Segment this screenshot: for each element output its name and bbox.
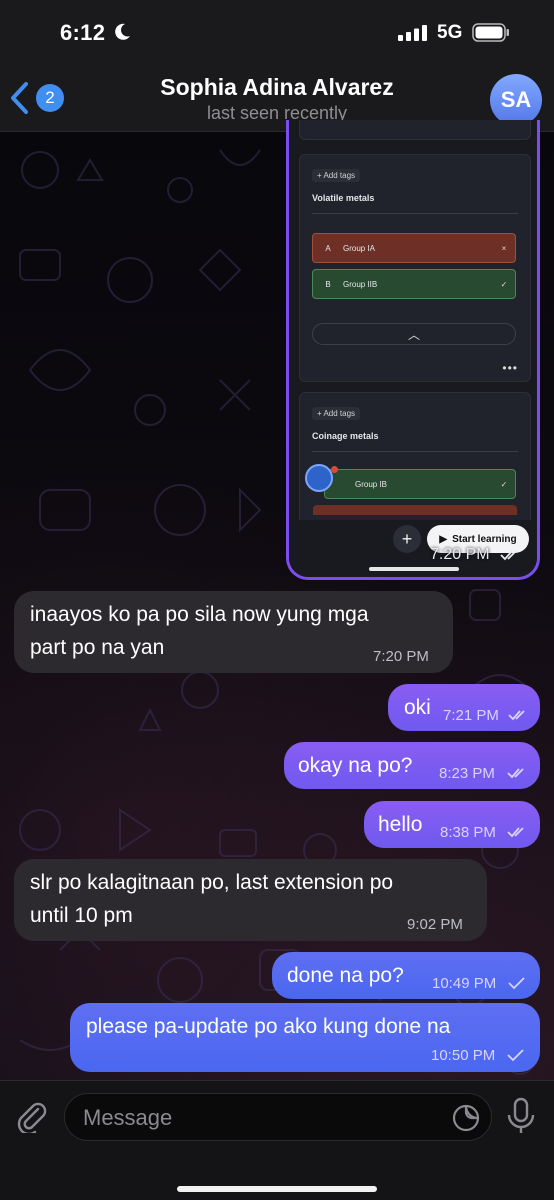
option-label: Group IIB [343, 279, 378, 289]
message-time: 10:49 PM [432, 975, 497, 992]
answer-option-partial [313, 505, 517, 515]
status-bar: 6:12 5G [0, 0, 554, 64]
divider [312, 451, 518, 452]
option-letter: B [325, 279, 331, 289]
start-learning-label: Start learning [452, 533, 517, 545]
outgoing-message[interactable]: hello 8:38 PM [364, 801, 540, 848]
answer-option: A Group IA × [312, 233, 516, 263]
double-check-icon [507, 827, 524, 838]
message-time: 7:21 PM [443, 707, 499, 724]
avatar[interactable]: SA [490, 74, 542, 126]
more-icon: ••• [502, 361, 518, 375]
incoming-message[interactable]: slr po kalagitnaan po, last extension po… [14, 859, 487, 941]
quiz-card: + Add tags Volatile metals A Group IA × … [299, 154, 531, 382]
mascot-avatar-icon [305, 464, 333, 492]
message-placeholder: Message [83, 1105, 173, 1130]
message-text: hello [378, 813, 423, 836]
check-icon [508, 977, 525, 990]
status-time: 6:12 [60, 20, 106, 45]
message-text: part po na yan [30, 636, 165, 659]
message-composer: Message [0, 1080, 554, 1200]
contact-name[interactable]: Sophia Adina Alvarez [0, 74, 554, 101]
divider [312, 213, 518, 214]
double-check-icon [500, 550, 517, 561]
double-check-icon [508, 710, 525, 721]
check-icon: ✓ [500, 479, 508, 489]
plus-icon: + [393, 525, 421, 553]
microphone-icon[interactable] [506, 1097, 536, 1135]
message-text: inaayos ko pa po sila now yung mga [30, 603, 369, 626]
add-tags-button: + Add tags [312, 407, 361, 420]
check-icon: ✓ [500, 279, 508, 289]
option-label: Group IB [355, 479, 388, 489]
outgoing-message[interactable]: please pa-update po ako kung done na 10:… [70, 1003, 540, 1072]
home-indicator [177, 1186, 377, 1192]
close-icon: × [501, 243, 507, 253]
screenshot-image-message[interactable]: + Add tags Volatile metals A Group IA × … [286, 120, 540, 580]
notification-dot [331, 466, 338, 473]
outgoing-message[interactable]: done na po? 10:49 PM [272, 952, 540, 999]
double-check-icon [507, 768, 524, 779]
moon-icon [115, 23, 130, 40]
option-label: Group IA [343, 243, 376, 253]
incoming-message[interactable]: inaayos ko pa po sila now yung mga part … [14, 591, 453, 673]
sticker-icon[interactable] [451, 1103, 481, 1133]
message-time: 8:38 PM [440, 824, 496, 841]
message-input[interactable]: Message [64, 1093, 492, 1141]
home-indicator [369, 567, 459, 571]
check-icon [507, 1049, 524, 1062]
message-text: until 10 pm [30, 904, 133, 927]
outgoing-message[interactable]: okay na po? 8:23 PM [284, 742, 540, 789]
card-title: Coinage metals [312, 431, 379, 441]
previous-card [299, 120, 531, 140]
chevron-up-icon: ︿ [312, 323, 516, 345]
message-time: 9:02 PM [407, 916, 463, 933]
message-text: oki [404, 696, 431, 719]
message-time: 8:23 PM [439, 765, 495, 782]
message-text: okay na po? [298, 754, 413, 777]
message-time: 7:20 PM [373, 648, 429, 665]
add-tags-button: + Add tags [312, 169, 361, 182]
message-text: done na po? [287, 964, 404, 987]
message-text: slr po kalagitnaan po, last extension po [30, 871, 394, 894]
card-title: Volatile metals [312, 193, 375, 203]
play-icon: ▶ [439, 533, 448, 545]
message-text: please pa-update po ako kung done na [86, 1015, 451, 1038]
answer-option: Group IB ✓ [324, 469, 516, 499]
option-letter: A [325, 243, 331, 253]
message-time: 10:50 PM [431, 1047, 496, 1064]
answer-option: B Group IIB ✓ [312, 269, 516, 299]
outgoing-message[interactable]: oki 7:21 PM [388, 684, 540, 731]
message-time: 7:20 PM [430, 546, 490, 563]
battery-icon [472, 23, 509, 42]
paperclip-icon[interactable] [14, 1099, 48, 1133]
network-label: 5G [437, 22, 463, 43]
signal-icon [398, 25, 427, 41]
